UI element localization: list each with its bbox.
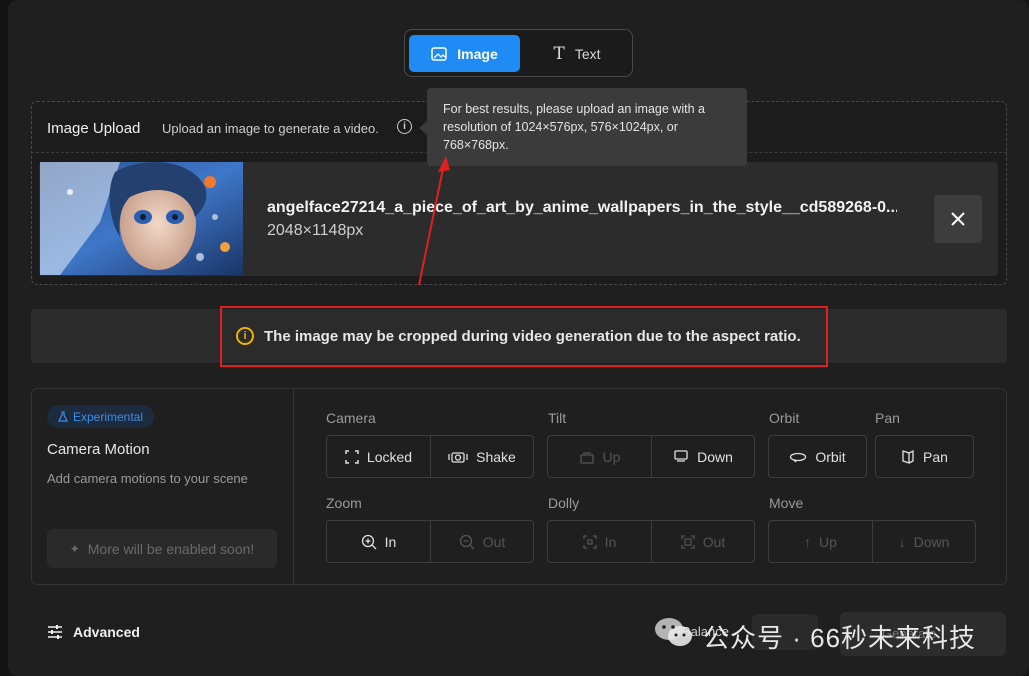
zoom-out-label: Out [482,533,506,550]
move-up-label: Up [819,533,837,550]
dolly-out-label: Out [702,533,726,550]
dolly-out-button: Out [651,521,754,562]
tilt-down-icon [674,449,688,462]
warning-text: The image may be cropped during video ge… [264,328,801,345]
more-enabled-soon-label: More will be enabled soon! [87,540,255,557]
sliders-icon [48,625,62,639]
locked-frame-icon [345,449,359,464]
orbit-button-label: Orbit [815,448,846,465]
zoom-out-button: Out [430,521,533,562]
camera-shake-button[interactable]: Shake [430,436,533,477]
arrow-up-icon: ↑ [804,533,812,550]
pan-icon [902,449,914,464]
move-up-button: ↑ Up [769,521,872,562]
zoom-in-label: In [384,533,397,550]
tilt-up-button: Up [548,436,651,477]
dolly-label: Dolly [548,495,580,511]
tilt-up-label: Up [602,448,621,465]
sparkle-icon: ✦ [69,541,80,556]
orbit-label: Orbit [769,410,800,426]
camera-label: Camera [326,410,376,426]
pan-button-label: Pan [923,448,948,465]
zoom-in-icon [361,534,377,549]
zoom-out-icon [459,534,475,549]
zoom-in-button[interactable]: In [327,521,430,562]
camera-locked-label: Locked [366,448,413,465]
flask-icon [58,411,68,422]
wechat-logo [655,618,692,646]
zoom-label: Zoom [326,495,362,511]
dolly-in-button: In [548,521,651,562]
move-down-button: ↓ Down [872,521,975,562]
warning-icon: i [236,327,254,345]
camera-group: Locked Shake [326,435,534,478]
more-enabled-soon-button: ✦ More will be enabled soon! [47,529,277,568]
tilt-label: Tilt [548,410,567,426]
watermark-text: 公众号 · 66秒未来科技 [703,623,977,653]
dolly-out-icon [681,534,695,549]
zoom-group: In Out [326,520,534,563]
camera-icon [448,451,468,463]
move-label: Move [769,495,804,511]
tilt-down-button[interactable]: Down [651,436,754,477]
arrow-down-icon: ↓ [898,533,906,550]
experimental-label: Experimental [72,409,144,424]
move-down-label: Down [913,533,950,550]
pan-button[interactable]: Pan [875,435,974,478]
tilt-up-icon [579,451,594,464]
dolly-in-icon [583,534,597,549]
pan-label: Pan [875,410,900,426]
camera-motion-subtitle: Add camera motions to your scene [47,471,248,486]
camera-motion-title: Camera Motion [47,441,150,458]
dolly-in-label: In [604,533,617,550]
advanced-label: Advanced [73,624,140,640]
tilt-down-label: Down [697,448,733,465]
camera-shake-label: Shake [476,448,516,465]
tilt-group: Up Down [547,435,755,478]
experimental-badge: Experimental [47,405,154,428]
orbit-button[interactable]: Orbit [768,435,867,478]
advanced-button[interactable]: Advanced [47,624,140,640]
camera-locked-button[interactable]: Locked [327,436,430,477]
divider [293,389,294,584]
move-group: ↑ Up ↓ Down [768,520,976,563]
dolly-group: In Out [547,520,755,563]
orbit-icon [790,452,807,462]
